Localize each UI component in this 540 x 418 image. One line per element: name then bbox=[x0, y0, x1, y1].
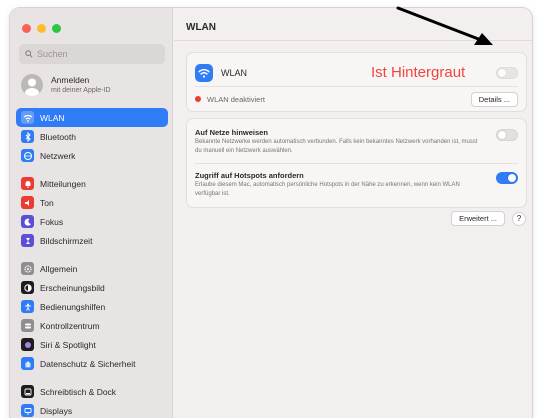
sidebar-item-label: WLAN bbox=[40, 112, 65, 123]
sidebar-item-label: Fokus bbox=[40, 216, 64, 227]
sidebar-nav: WLAN Bluetooth Netzwerk Mitteilungen Ton Foku… bbox=[16, 108, 168, 418]
hotspot-access-toggle[interactable] bbox=[496, 172, 518, 184]
sidebar-item-siri-spotlight[interactable]: Siri & Spotlight bbox=[16, 335, 168, 354]
sidebar-item-bluetooth[interactable]: Bluetooth bbox=[16, 127, 168, 146]
close-button[interactable] bbox=[22, 24, 31, 33]
account-name: Anmelden bbox=[51, 74, 90, 85]
sidebar-item-schreibtisch-dock[interactable]: Schreibtisch & Dock bbox=[16, 382, 168, 401]
wlan-status-text: WLAN deaktiviert bbox=[207, 94, 265, 104]
sidebar: Anmelden mit deiner Apple-ID WLAN Bluetoo… bbox=[10, 8, 173, 418]
advanced-button[interactable]: Erweitert ... bbox=[451, 211, 505, 226]
globe-icon bbox=[21, 149, 34, 162]
sidebar-item-allgemein[interactable]: Allgemein bbox=[16, 259, 168, 278]
sidebar-item-label: Mitteilungen bbox=[40, 178, 86, 189]
control-center-icon bbox=[21, 319, 34, 332]
bell-icon bbox=[21, 177, 34, 190]
main-content: WLAN WLAN Ist Hintergraut WLAN deaktivie… bbox=[174, 8, 532, 418]
wlan-toggle[interactable] bbox=[496, 67, 518, 79]
wifi-icon bbox=[195, 64, 213, 82]
sidebar-item-datenschutz-sicherheit[interactable]: Datenschutz & Sicherheit bbox=[16, 354, 168, 373]
moon-icon bbox=[21, 215, 34, 228]
sidebar-item-erscheinungsbild[interactable]: Erscheinungsbild bbox=[16, 278, 168, 297]
sidebar-item-label: Erscheinungsbild bbox=[40, 282, 105, 293]
notify-networks-toggle[interactable] bbox=[496, 129, 518, 141]
sidebar-item-label: Kontrollzentrum bbox=[40, 320, 100, 331]
bluetooth-icon bbox=[21, 130, 34, 143]
sidebar-item-label: Allgemein bbox=[40, 263, 78, 274]
search-field[interactable] bbox=[19, 44, 165, 64]
option-hotspot-access: Zugriff auf Hotspots anfordern Erlaube d… bbox=[195, 170, 518, 198]
accessibility-icon bbox=[21, 300, 34, 313]
wlan-card: WLAN Ist Hintergraut WLAN deaktiviert De… bbox=[186, 52, 527, 112]
avatar bbox=[21, 74, 43, 96]
sidebar-item-fokus[interactable]: Fokus bbox=[16, 212, 168, 231]
dock-icon bbox=[21, 385, 34, 398]
sidebar-item-label: Displays bbox=[40, 405, 73, 416]
wifi-icon bbox=[21, 111, 34, 124]
title-divider bbox=[174, 40, 532, 41]
search-input[interactable] bbox=[37, 49, 157, 59]
sidebar-item-label: Ton bbox=[40, 197, 54, 208]
option-notify-networks: Auf Netze hinweisen Bekannte Netzwerke w… bbox=[195, 127, 518, 155]
sidebar-item-ton[interactable]: Ton bbox=[16, 193, 168, 212]
apple-id-signin[interactable]: Anmelden mit deiner Apple-ID bbox=[21, 74, 111, 96]
option-title: Auf Netze hinweisen bbox=[195, 128, 268, 137]
options-card: Auf Netze hinweisen Bekannte Netzwerke w… bbox=[186, 118, 527, 208]
help-button[interactable]: ? bbox=[512, 211, 526, 226]
option-description: Erlaube diesem Mac, automatisch persönli… bbox=[195, 182, 460, 197]
settings-window: Anmelden mit deiner Apple-ID WLAN Bluetoo… bbox=[10, 8, 532, 418]
option-description: Bekannte Netzwerke werden automatisch ve… bbox=[195, 139, 478, 154]
display-icon bbox=[21, 404, 34, 417]
sidebar-item-wlan[interactable]: WLAN bbox=[16, 108, 168, 127]
option-title: Zugriff auf Hotspots anfordern bbox=[195, 171, 304, 180]
gear-icon bbox=[21, 262, 34, 275]
sidebar-item-netzwerk[interactable]: Netzwerk bbox=[16, 146, 168, 165]
sidebar-item-bildschirmzeit[interactable]: Bildschirmzeit bbox=[16, 231, 168, 250]
sidebar-item-displays[interactable]: Displays bbox=[16, 401, 168, 418]
account-subtitle: mit deiner Apple-ID bbox=[51, 86, 111, 94]
sidebar-item-mitteilungen[interactable]: Mitteilungen bbox=[16, 174, 168, 193]
search-icon bbox=[25, 45, 33, 63]
hourglass-icon bbox=[21, 234, 34, 247]
sidebar-item-label: Siri & Spotlight bbox=[40, 339, 96, 350]
zoom-button[interactable] bbox=[52, 24, 61, 33]
sidebar-item-label: Bildschirmzeit bbox=[40, 235, 93, 246]
sidebar-item-bedienungshilfen[interactable]: Bedienungshilfen bbox=[16, 297, 168, 316]
speaker-icon bbox=[21, 196, 34, 209]
sidebar-item-label: Bluetooth bbox=[40, 131, 76, 142]
siri-icon bbox=[21, 338, 34, 351]
sidebar-item-label: Bedienungshilfen bbox=[40, 301, 106, 312]
appearance-icon bbox=[21, 281, 34, 294]
wlan-label: WLAN bbox=[221, 68, 248, 78]
status-dot bbox=[195, 96, 201, 102]
sidebar-item-label: Datenschutz & Sicherheit bbox=[40, 358, 136, 369]
hand-icon bbox=[21, 357, 34, 370]
sidebar-item-label: Netzwerk bbox=[40, 150, 76, 161]
sidebar-item-kontrollzentrum[interactable]: Kontrollzentrum bbox=[16, 316, 168, 335]
window-controls bbox=[22, 24, 61, 33]
sidebar-item-label: Schreibtisch & Dock bbox=[40, 386, 117, 397]
page-title: WLAN bbox=[186, 22, 216, 33]
minimize-button[interactable] bbox=[37, 24, 46, 33]
annotation-text: Ist Hintergraut bbox=[371, 64, 466, 81]
details-button[interactable]: Details ... bbox=[470, 91, 518, 107]
